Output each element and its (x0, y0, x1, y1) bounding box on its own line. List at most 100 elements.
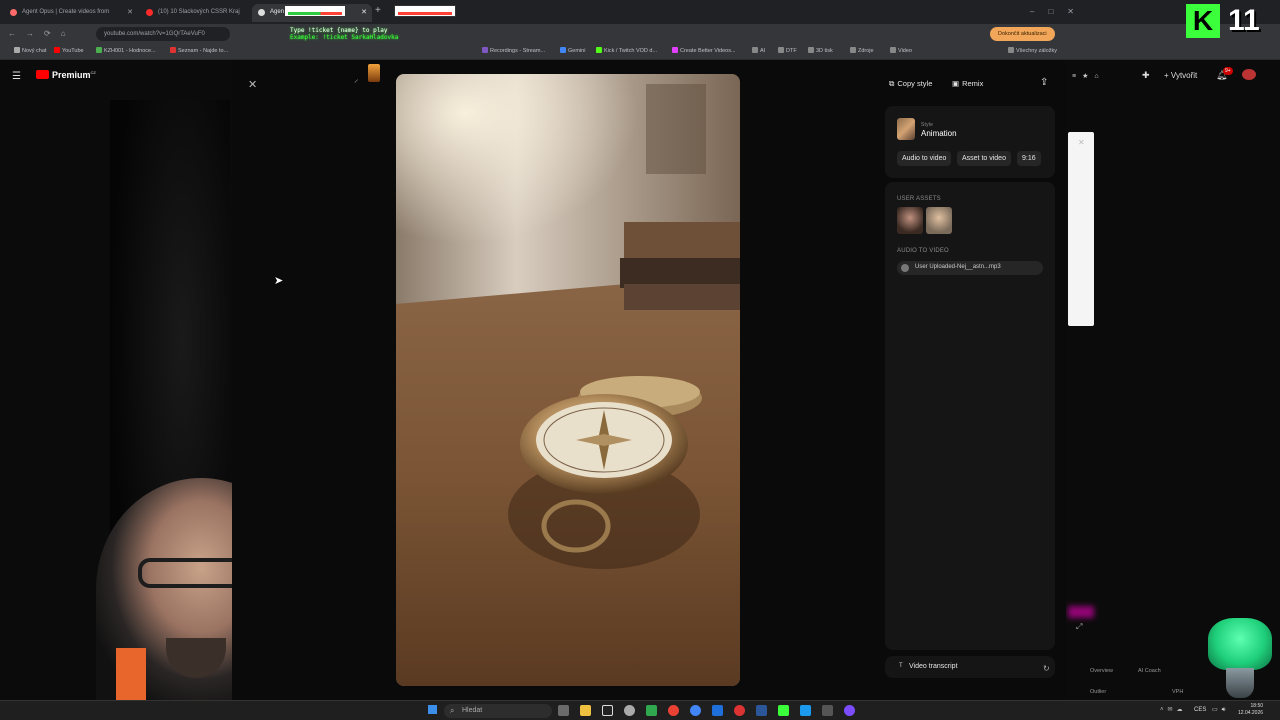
tiktok-icon[interactable] (602, 705, 613, 716)
bookmark-folder[interactable]: Zdroje (850, 47, 874, 54)
kick-icon[interactable] (778, 705, 789, 716)
bookmark-folder[interactable]: Video (890, 47, 912, 54)
audio-file-icon (901, 264, 909, 272)
user-assets-label: USER ASSETS (897, 196, 941, 202)
tab-favicon-icon (258, 9, 265, 16)
asset-to-video-button[interactable]: Asset to video (957, 151, 1011, 166)
counter-number: 11 (1228, 4, 1260, 37)
remix-icon: ▣ (952, 79, 960, 88)
all-bookmarks[interactable]: Všechny záložky (1008, 47, 1057, 54)
bookmark-item[interactable]: Seznam - Najde to... (170, 47, 228, 54)
transcript-icon: T (899, 663, 903, 669)
app-icon-4[interactable] (844, 705, 855, 716)
close-icon[interactable]: ✕ (248, 78, 257, 91)
pixel-character-icon (368, 64, 380, 82)
browser-tab-1[interactable]: Agent Opus | Create videos from ✕ (4, 4, 138, 22)
new-tab-icon[interactable]: + (375, 5, 381, 16)
language-indicator[interactable]: CES (1194, 707, 1206, 713)
youtube-page-left: ☰ PremiumCZ (0, 60, 306, 700)
hamburger-menu-icon[interactable]: ☰ (12, 71, 21, 82)
create-button[interactable]: + Vytvořit (1164, 71, 1197, 80)
word-icon[interactable] (756, 705, 767, 716)
window-controls[interactable]: –□✕ (1030, 7, 1088, 16)
chrome-icon[interactable] (668, 705, 679, 716)
xbox-icon[interactable] (646, 705, 657, 716)
plant-stand-decoration (1226, 668, 1254, 698)
update-chrome-button[interactable]: Dokončit aktualizaci (990, 27, 1055, 41)
bookmark-folder[interactable]: AI (752, 47, 765, 54)
style-thumbnail (897, 118, 915, 140)
tab-outlier[interactable]: Outlier (1090, 689, 1106, 695)
video-preview[interactable] (396, 74, 740, 686)
tab-close-icon[interactable]: ✕ (361, 8, 367, 16)
aspect-ratio-button[interactable]: 9:16 (1017, 151, 1041, 166)
app-icon-2[interactable] (800, 705, 811, 716)
youtube-page-right: ≡★⌂ ✚ + Vytvořit 🔔︎ 9+ ✕ ⤢ Overview AI C… (1066, 60, 1280, 700)
refresh-icon[interactable]: ↻ (1043, 664, 1050, 673)
taskbar-search[interactable]: ⌕ Hledat (444, 704, 552, 718)
youtube-logo-icon[interactable] (36, 70, 49, 79)
browser-tabstrip: Agent Opus | Create videos from ✕ (10) 1… (0, 0, 1280, 24)
bookmark-item[interactable]: Kick / Twitch VOD d... (596, 47, 657, 54)
stream-counter-badge: K 11 (1186, 4, 1276, 38)
bookmark-folder[interactable]: DTF (778, 47, 797, 54)
tray-icons[interactable]: ˄✉☁ (1160, 706, 1187, 713)
orange-collar (116, 648, 146, 700)
tab-vph[interactable]: VPH (1172, 689, 1183, 695)
cursor-sprite-icon: ⸝ (354, 74, 359, 84)
stream-overlay-widget (284, 5, 346, 17)
share-icon[interactable]: ⇪ (1040, 77, 1048, 88)
bookmark-item[interactable]: Recordings - Stream... (482, 47, 545, 54)
task-view-icon[interactable] (558, 705, 569, 716)
tab-ai-coach[interactable]: AI Coach (1138, 668, 1161, 674)
bookmark-item[interactable]: KZH001 - Hodnoce... (96, 47, 156, 54)
bookmark-item[interactable]: Create Better Videos... (672, 47, 736, 54)
chrome-profile-icon[interactable] (690, 705, 701, 716)
audio-section-label: AUDIO TO VIDEO (897, 248, 949, 254)
notification-badge: 9+ (1223, 67, 1233, 75)
bookmark-item[interactable]: Nový chat (14, 47, 46, 54)
video-transcript-bar[interactable]: T Video transcript ↻ (885, 656, 1055, 678)
plant-pot-decoration (1208, 618, 1272, 670)
mouse-cursor-icon: ➤ (274, 275, 284, 287)
style-panel: Style Animation Audio to video Asset to … (885, 106, 1055, 178)
chat-overlay-text: Type !ticket {name} to play Example: !ti… (290, 27, 399, 41)
obs-icon[interactable] (734, 705, 745, 716)
bookmark-item[interactable]: YouTube (54, 47, 84, 54)
clock[interactable]: 18:50 12.04.2026 (1238, 703, 1263, 717)
remix-button[interactable]: ▣ Remix (952, 79, 983, 88)
url-bar[interactable]: youtube.com/watch?v=1GQrTAeVuF0 (96, 27, 230, 41)
extension-icons[interactable]: ≡★⌂ (1072, 72, 1105, 80)
expand-icon[interactable]: ⤢ (1076, 622, 1082, 632)
tab-favicon-icon (10, 9, 17, 16)
browser-tab-2[interactable]: (10) 10 Slackových CSSR Kraj (140, 4, 250, 22)
assets-panel: USER ASSETS AUDIO TO VIDEO User Uploaded… (885, 182, 1055, 650)
side-popup-panel (1068, 132, 1094, 326)
user-asset-thumbnail[interactable] (897, 207, 923, 234)
app-icon-3[interactable] (822, 705, 833, 716)
tab-overview[interactable]: Overview (1090, 668, 1113, 674)
tab-favicon-icon (146, 9, 153, 16)
file-explorer-icon[interactable] (580, 705, 591, 716)
network-volume-icons[interactable]: ▭🔊︎ (1212, 706, 1229, 714)
settings-icon[interactable] (624, 705, 635, 716)
windows-taskbar: ⌕ Hledat ˄✉☁ CES ▭🔊︎ 18:50 12.04.2026 (0, 700, 1280, 720)
style-name: Animation (921, 129, 957, 138)
copy-icon: ⧉ (889, 79, 895, 88)
app-icon[interactable] (712, 705, 723, 716)
create-icon[interactable]: ✚ (1142, 70, 1150, 81)
popup-close-icon[interactable]: ✕ (1078, 138, 1085, 147)
bookmark-item[interactable]: Gemini (560, 47, 585, 54)
bookmark-folder[interactable]: 3D tisk (808, 47, 833, 54)
windows-start-icon[interactable] (428, 705, 437, 714)
tab-close-icon[interactable]: ✕ (127, 8, 133, 16)
user-asset-thumbnail[interactable] (926, 207, 952, 234)
youtube-brand[interactable]: PremiumCZ (52, 70, 96, 80)
audio-to-video-button[interactable]: Audio to video (897, 151, 952, 166)
audio-file-pill[interactable]: User Uploaded-Nej__astn...mp3 (897, 261, 1043, 275)
nav-buttons[interactable]: ←→⟳⌂ (8, 29, 76, 38)
search-icon: ⌕ (450, 706, 455, 715)
style-caption: Style (921, 122, 934, 128)
copy-style-button[interactable]: ⧉ Copy style (889, 79, 932, 89)
avatar[interactable] (1242, 69, 1256, 80)
